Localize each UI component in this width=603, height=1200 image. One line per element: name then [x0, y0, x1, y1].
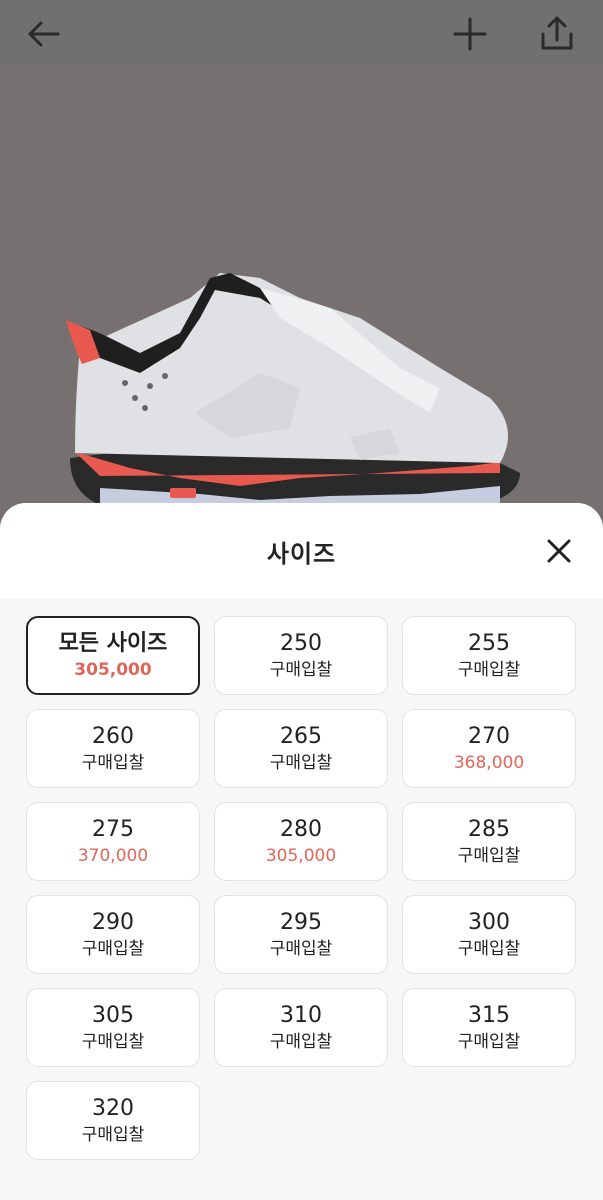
- size-option-315[interactable]: 315 구매입찰: [402, 988, 576, 1067]
- size-status: 구매입찰: [81, 1031, 145, 1052]
- size-label: 285: [468, 816, 510, 842]
- size-label: 320: [92, 1095, 134, 1121]
- size-option-305[interactable]: 305 구매입찰: [26, 988, 200, 1067]
- size-option-300[interactable]: 300 구매입찰: [402, 895, 576, 974]
- size-status: 구매입찰: [81, 938, 145, 959]
- size-status: 구매입찰: [269, 938, 333, 959]
- size-status: 구매입찰: [457, 845, 521, 866]
- size-status: 구매입찰: [457, 1031, 521, 1052]
- size-label: 275: [92, 816, 134, 842]
- share-icon: [541, 16, 573, 50]
- size-label: 255: [468, 630, 510, 656]
- size-option-255[interactable]: 255 구매입찰: [402, 616, 576, 695]
- size-option-275[interactable]: 275 370,000: [26, 802, 200, 881]
- size-option-295[interactable]: 295 구매입찰: [214, 895, 388, 974]
- size-label: 300: [468, 909, 510, 935]
- size-label: 305: [92, 1002, 134, 1028]
- size-status: 구매입찰: [269, 1031, 333, 1052]
- size-status: 구매입찰: [457, 659, 521, 680]
- close-icon: [547, 539, 571, 563]
- product-image-area: [0, 68, 603, 528]
- size-price: 305,000: [265, 845, 337, 866]
- size-label: 265: [280, 723, 322, 749]
- share-button[interactable]: [533, 10, 581, 58]
- size-option-285[interactable]: 285 구매입찰: [402, 802, 576, 881]
- size-option-270[interactable]: 270 368,000: [402, 709, 576, 788]
- sneaker-image: [66, 273, 520, 508]
- size-label: 310: [280, 1002, 322, 1028]
- size-label: 270: [468, 723, 510, 749]
- size-option-320[interactable]: 320 구매입찰: [26, 1081, 200, 1160]
- size-option-250[interactable]: 250 구매입찰: [214, 616, 388, 695]
- size-label: 290: [92, 909, 134, 935]
- size-status: 구매입찰: [269, 752, 333, 773]
- size-status: 구매입찰: [457, 938, 521, 959]
- size-label: 295: [280, 909, 322, 935]
- size-option-260[interactable]: 260 구매입찰: [26, 709, 200, 788]
- size-price: 370,000: [77, 845, 149, 866]
- back-button[interactable]: [20, 10, 68, 58]
- size-label: 모든 사이즈: [58, 630, 168, 656]
- size-status: 구매입찰: [81, 1124, 145, 1145]
- close-button[interactable]: [541, 533, 577, 569]
- size-grid: 모든 사이즈 305,000 250 구매입찰 255 구매입찰 260 구매입…: [26, 616, 576, 1160]
- size-status: 구매입찰: [81, 752, 145, 773]
- size-option-all[interactable]: 모든 사이즈 305,000: [26, 616, 200, 695]
- size-option-290[interactable]: 290 구매입찰: [26, 895, 200, 974]
- sheet-header: 사이즈: [0, 503, 603, 599]
- top-bar: [0, 0, 603, 68]
- plus-icon: [453, 17, 487, 51]
- size-option-265[interactable]: 265 구매입찰: [214, 709, 388, 788]
- size-bottom-sheet: 사이즈 모든 사이즈 305,000 250 구매입찰 255 구매입찰 260…: [0, 503, 603, 1200]
- size-price: 368,000: [453, 752, 525, 773]
- size-label: 280: [280, 816, 322, 842]
- size-label: 250: [280, 630, 322, 656]
- size-label: 315: [468, 1002, 510, 1028]
- arrow-left-icon: [28, 21, 60, 47]
- size-option-280[interactable]: 280 305,000: [214, 802, 388, 881]
- size-price: 305,000: [74, 659, 152, 680]
- size-status: 구매입찰: [269, 659, 333, 680]
- add-button[interactable]: [446, 10, 494, 58]
- size-option-310[interactable]: 310 구매입찰: [214, 988, 388, 1067]
- sheet-title: 사이즈: [266, 539, 337, 568]
- size-label: 260: [92, 723, 134, 749]
